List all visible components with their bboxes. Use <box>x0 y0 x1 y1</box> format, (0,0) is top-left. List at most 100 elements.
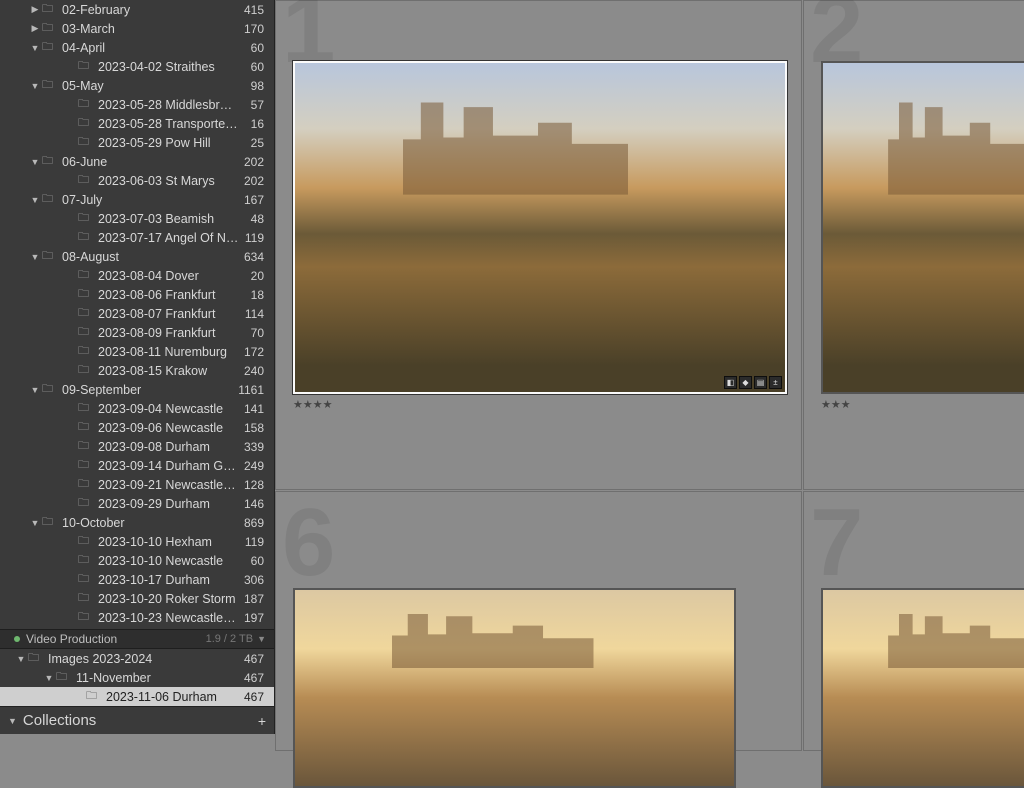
folder-count: 467 <box>240 671 264 685</box>
folder-name: 2023-08-07 Frankfurt <box>98 307 241 321</box>
folder-row[interactable]: 🗀2023-10-23 Newcastle…197 <box>0 608 274 627</box>
folder-row[interactable]: 🗀2023-09-21 Newcastle…128 <box>0 475 274 494</box>
folder-icon: 🗀 <box>42 513 56 532</box>
folder-row[interactable]: 🗀2023-09-14 Durham G…249 <box>0 456 274 475</box>
folder-icon: 🗀 <box>78 418 92 437</box>
folder-name: 2023-11-06 Durham <box>106 690 240 704</box>
folder-row[interactable]: 🗀2023-07-03 Beamish48 <box>0 209 274 228</box>
folder-row[interactable]: 🗀2023-08-09 Frankfurt70 <box>0 323 274 342</box>
folder-row[interactable]: 🗀2023-08-04 Dover20 <box>0 266 274 285</box>
disclosure-triangle-icon[interactable]: ▼ <box>30 81 40 91</box>
folder-row[interactable]: 🗀2023-08-11 Nuremburg172 <box>0 342 274 361</box>
folder-row[interactable]: 🗀2023-09-06 Newcastle158 <box>0 418 274 437</box>
folder-icon: 🗀 <box>78 323 92 342</box>
disclosure-triangle-icon[interactable]: ▼ <box>30 385 40 395</box>
badge-strip: ◧◆▤± <box>724 376 782 389</box>
badge-icon[interactable]: ▤ <box>754 376 767 389</box>
folder-icon: 🗀 <box>78 171 92 190</box>
folder-name: 2023-07-17 Angel Of N… <box>98 231 241 245</box>
folder-row[interactable]: 🗀2023-08-06 Frankfurt18 <box>0 285 274 304</box>
folder-row[interactable]: ▶🗀03-March170 <box>0 19 274 38</box>
folder-row[interactable]: 🗀2023-10-17 Durham306 <box>0 570 274 589</box>
folder-row[interactable]: 🗀2023-10-10 Newcastle60 <box>0 551 274 570</box>
disclosure-triangle-icon[interactable]: ▼ <box>44 673 54 683</box>
disclosure-triangle-icon[interactable]: ▼ <box>30 157 40 167</box>
folder-icon: 🗀 <box>78 266 92 285</box>
folder-row[interactable]: 🗀2023-08-15 Krakow240 <box>0 361 274 380</box>
disclosure-triangle-icon[interactable]: ▼ <box>16 654 26 664</box>
folder-row[interactable]: ▼🗀Images 2023-2024467 <box>0 649 274 668</box>
grid-cell[interactable]: 2★★★ <box>803 0 1024 490</box>
folder-icon: 🗀 <box>78 228 92 247</box>
rating-stars[interactable]: ★★★★ <box>293 398 332 411</box>
folder-row[interactable]: 🗀 2023-07-17 Angel Of N…119 <box>0 228 274 247</box>
folder-row[interactable]: ▼🗀04-April60 <box>0 38 274 57</box>
folder-row[interactable]: 🗀2023-09-04 Newcastle141 <box>0 399 274 418</box>
folder-row[interactable]: 🗀2023-05-29 Pow Hill25 <box>0 133 274 152</box>
folder-name: 2023-09-21 Newcastle… <box>98 478 240 492</box>
folder-row[interactable]: 🗀2023-09-29 Durham146 <box>0 494 274 513</box>
disclosure-triangle-icon[interactable]: ▼ <box>30 43 40 53</box>
rating-stars[interactable]: ★★★ <box>821 398 851 411</box>
disclosure-triangle-icon[interactable]: ▼ <box>30 518 40 528</box>
thumbnail[interactable] <box>821 61 1024 394</box>
folder-name: 2023-10-10 Hexham <box>98 535 241 549</box>
folder-row[interactable]: 🗀2023-04-02 Straithes60 <box>0 57 274 76</box>
folder-row[interactable]: ▼🗀11-November467 <box>0 668 274 687</box>
folder-row[interactable]: 🗀2023-10-10 Hexham119 <box>0 532 274 551</box>
folder-row[interactable]: 🗀2023-11-06 Durham467 <box>0 687 274 706</box>
volume-size: 1.9 / 2 TB <box>206 633 254 645</box>
disclosure-triangle-icon[interactable]: ▼ <box>30 252 40 262</box>
volume-row[interactable]: Video Production 1.9 / 2 TB ▼ <box>0 629 274 649</box>
folder-count: 634 <box>240 250 264 264</box>
folder-name: 03-March <box>62 22 240 36</box>
disclosure-triangle-icon[interactable]: ▶ <box>30 4 40 15</box>
folders-panel: ▶🗀02-February415▶🗀03-March170▼🗀04-April6… <box>0 0 275 734</box>
thumbnail[interactable] <box>293 588 736 788</box>
folder-count: 158 <box>240 421 264 435</box>
folder-row[interactable]: ▼🗀09-September1161 <box>0 380 274 399</box>
folder-icon: 🗀 <box>42 380 56 399</box>
folder-row[interactable]: ▼🗀05-May98 <box>0 76 274 95</box>
cell-index: 6 <box>282 488 335 598</box>
grid-cell[interactable]: 1◧◆▤±★★★★ <box>275 0 802 490</box>
collections-panel-header[interactable]: ▼ Collections + <box>0 706 274 734</box>
folder-row[interactable]: 🗀2023-05-28 Transporte…16 <box>0 114 274 133</box>
folder-icon: 🗀 <box>78 304 92 323</box>
folder-icon: 🗀 <box>42 38 56 57</box>
folder-count: 25 <box>247 136 264 150</box>
folder-row[interactable]: 🗀2023-08-07 Frankfurt114 <box>0 304 274 323</box>
folder-row[interactable]: 🗀2023-09-08 Durham339 <box>0 437 274 456</box>
folder-count: 70 <box>247 326 264 340</box>
cell-index: 7 <box>810 488 863 598</box>
folder-count: 119 <box>241 231 264 245</box>
folder-row[interactable]: ▶🗀02-February415 <box>0 0 274 19</box>
folder-name: Images 2023-2024 <box>48 652 240 666</box>
grid-cell[interactable]: 7 <box>803 491 1024 751</box>
folder-row[interactable]: 🗀2023-06-03 St Marys202 <box>0 171 274 190</box>
badge-icon[interactable]: ◧ <box>724 376 737 389</box>
folder-row[interactable]: ▼🗀08-August634 <box>0 247 274 266</box>
folder-row[interactable]: ▼🗀10-October869 <box>0 513 274 532</box>
badge-icon[interactable]: ◆ <box>739 376 752 389</box>
folder-count: 60 <box>247 60 264 74</box>
grid-view[interactable]: 1◧◆▤±★★★★2★★★67 <box>275 0 1024 734</box>
folder-count: 467 <box>240 690 264 704</box>
thumbnail[interactable] <box>821 588 1024 788</box>
folder-row[interactable]: 🗀2023-05-28 Middlesbr…57 <box>0 95 274 114</box>
folder-row[interactable]: ▼🗀06-June202 <box>0 152 274 171</box>
disclosure-triangle-icon[interactable]: ▶ <box>30 23 40 34</box>
folder-row[interactable]: ▼🗀07-July167 <box>0 190 274 209</box>
folder-icon: 🗀 <box>78 589 92 608</box>
disclosure-triangle-icon[interactable]: ▼ <box>30 195 40 205</box>
folder-icon: 🗀 <box>78 361 92 380</box>
folder-row[interactable]: 🗀2023-10-20 Roker Storm187 <box>0 589 274 608</box>
collections-label: Collections <box>23 712 96 729</box>
folder-tree: ▶🗀02-February415▶🗀03-March170▼🗀04-April6… <box>0 0 274 629</box>
folder-count: 187 <box>240 592 264 606</box>
folder-count: 57 <box>247 98 264 112</box>
badge-icon[interactable]: ± <box>769 376 782 389</box>
add-collection-button[interactable]: + <box>258 713 266 729</box>
grid-cell[interactable]: 6 <box>275 491 802 751</box>
thumbnail[interactable]: ◧◆▤± <box>293 61 787 394</box>
